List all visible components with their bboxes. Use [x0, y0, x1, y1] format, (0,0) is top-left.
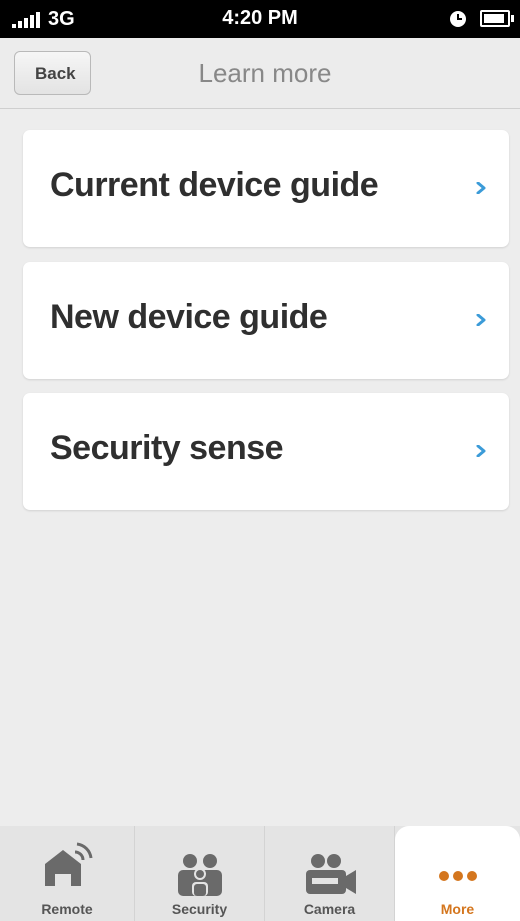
tab-label: Remote	[41, 901, 93, 917]
screen: 3G 4:20 PM Back Learn more Current devic…	[0, 0, 520, 921]
more-dots-icon	[438, 871, 477, 881]
navigation-bar: Back Learn more	[0, 38, 520, 109]
tab-remote[interactable]: Remote	[0, 826, 135, 921]
people-icon	[177, 854, 222, 896]
tab-security[interactable]: Security	[135, 826, 265, 921]
tab-more[interactable]: More	[395, 826, 520, 921]
chevron-right-icon	[476, 445, 486, 457]
status-bar: 3G 4:20 PM	[0, 0, 520, 38]
list-item-security-sense[interactable]: Security sense	[23, 393, 509, 510]
tab-label: Security	[171, 901, 228, 917]
house-wifi-icon	[45, 842, 93, 886]
tab-bar: Remote Security Camera More	[0, 826, 520, 921]
status-time: 4:20 PM	[222, 7, 298, 29]
list-item-label: Current device guide	[50, 166, 379, 204]
list-item-label: New device guide	[50, 298, 328, 336]
list-item-new-device-guide[interactable]: New device guide	[23, 262, 509, 379]
chevron-right-icon	[476, 314, 486, 326]
clock-icon	[450, 10, 466, 27]
video-camera-icon	[305, 854, 356, 894]
chevron-right-icon	[476, 182, 486, 194]
tab-camera[interactable]: Camera	[265, 826, 395, 921]
page-title: Learn more	[198, 58, 332, 88]
list-item-current-device-guide[interactable]: Current device guide	[23, 130, 509, 247]
tab-label: More	[440, 901, 475, 917]
tab-label: Camera	[303, 901, 356, 917]
list-item-label: Security sense	[50, 429, 284, 467]
battery-icon	[480, 10, 514, 27]
status-right	[450, 10, 514, 27]
